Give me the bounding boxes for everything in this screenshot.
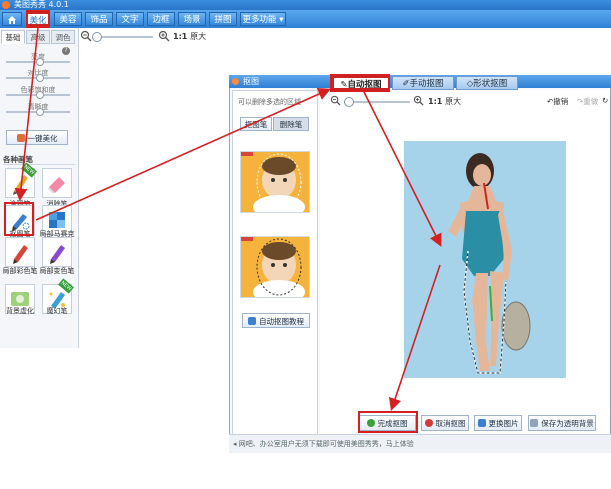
save-icon	[530, 419, 539, 427]
zoom-in-icon[interactable]	[158, 30, 170, 42]
tab-label: 形状抠图	[473, 79, 508, 89]
dialog-zoom-in-icon[interactable]	[413, 95, 425, 107]
hand-pen-icon: ✐	[402, 79, 410, 89]
dialog-actual-size-button[interactable]: 1:1 原大	[428, 96, 461, 107]
home-button[interactable]	[2, 12, 22, 26]
tool-local-color-pen[interactable]	[5, 237, 35, 267]
slider-knob[interactable]	[36, 108, 44, 116]
tab-label: 手动抠图	[409, 79, 444, 89]
menu-tab-more[interactable]: 更多功能 ▾	[240, 12, 286, 26]
zoom-suffix: 原大	[445, 97, 462, 106]
zoom-slider-knob[interactable]	[92, 32, 102, 42]
baby-photo-icon	[241, 152, 309, 212]
tool-label: 局部彩色笔	[2, 267, 38, 275]
tab-advanced[interactable]: 高级	[26, 30, 50, 44]
undo-button[interactable]: ↶撤销	[547, 96, 568, 107]
slider-saturation[interactable]: 色彩饱和度	[4, 85, 72, 99]
replace-label: 更换图片	[488, 419, 519, 428]
undo-label: 撤销	[553, 97, 569, 106]
pen-icon: ✎	[340, 80, 348, 90]
auto-cutout-tutorial-button[interactable]: 自动抠图教程	[242, 313, 310, 328]
dialog-zoom-knob[interactable]	[344, 97, 354, 107]
menu-tab-text[interactable]: 文字	[116, 12, 144, 26]
tool-label: 背景虚化	[6, 307, 34, 315]
book-icon	[248, 317, 256, 325]
slider-contrast[interactable]: 对比度	[4, 68, 72, 82]
menu-tab-beautify[interactable]: 美化	[26, 12, 50, 26]
tab-color[interactable]: 调色	[51, 30, 75, 44]
close-icon	[424, 419, 433, 427]
cancel-cutout-button[interactable]: 取消抠图	[421, 415, 469, 431]
recolor-pen-icon	[50, 245, 65, 264]
image-icon	[477, 419, 486, 427]
tool-label: 局部变色笔	[39, 267, 75, 275]
finish-label: 完成抠图	[377, 419, 408, 428]
delete-pen-tab[interactable]: 删除笔	[273, 117, 309, 131]
eraser-icon	[48, 177, 65, 193]
dialog-logo-icon	[232, 78, 239, 85]
tool-local-recolor-pen[interactable]	[42, 237, 72, 267]
app-logo-icon	[2, 1, 10, 9]
redo-button[interactable]: ↷重做	[577, 96, 598, 107]
color-pen-icon	[13, 245, 28, 264]
more-label: 更多功能	[242, 15, 277, 25]
tutorial-label: 自动抠图教程	[259, 317, 304, 326]
menu-tab-frame[interactable]: 边框	[147, 12, 175, 26]
slider-sharpness[interactable]: 清晰度	[4, 102, 72, 116]
section-divider	[3, 164, 75, 165]
tab-shape-cutout[interactable]: ◇形状抠图	[456, 76, 518, 90]
app-title: 美图秀秀 4.0.1	[14, 0, 69, 9]
zoom-suffix: 原大	[190, 32, 207, 41]
check-icon	[366, 419, 375, 427]
magic-icon	[16, 134, 25, 142]
dialog-status-bar: ◂ 网吧、办公室用户无须下载即可使用美图秀秀，马上体验	[229, 434, 611, 453]
menu-tab-scene[interactable]: 场景	[178, 12, 206, 26]
redo-label: 重做	[583, 97, 599, 106]
photo-canvas[interactable]	[404, 141, 566, 378]
chevron-down-icon: ▾	[279, 15, 284, 25]
dialog-title: 抠图	[243, 77, 259, 86]
tab-basic[interactable]: 基础	[1, 30, 25, 44]
tab-label: 自动抠图	[347, 80, 382, 90]
one-key-label: 一键美化	[27, 134, 58, 143]
example-thumbnail-1[interactable]	[240, 151, 310, 213]
woman-photo-icon	[404, 141, 566, 378]
title-bar: 美图秀秀 4.0.1	[0, 0, 611, 10]
cancel-label: 取消抠图	[435, 419, 466, 428]
slider-knob[interactable]	[36, 74, 44, 82]
cutout-pen-tab[interactable]: 抠图笔	[240, 117, 272, 131]
slider-knob[interactable]	[36, 58, 44, 66]
replace-image-button[interactable]: 更换图片	[474, 415, 522, 431]
rotate-icon[interactable]: ↻	[602, 96, 608, 105]
example-thumbnail-2[interactable]	[240, 236, 310, 298]
tool-label: 魔幻笔	[46, 307, 68, 315]
tab-manual-cutout[interactable]: ✐手动抠图	[392, 76, 454, 90]
status-text: 网吧、办公室用户无须下载即可使用美图秀秀，马上体验	[238, 440, 414, 448]
zoom-actual-size-button[interactable]: 1:1 原大	[173, 31, 206, 42]
menu-bar: 美化 美容 饰品 文字 边框 场景 拼图 更多功能 ▾	[0, 10, 611, 28]
save-label: 保存为透明背景	[541, 419, 594, 428]
info-icon: ◂	[233, 440, 237, 448]
finish-cutout-button[interactable]: 完成抠图	[358, 415, 416, 431]
baby-photo-icon	[241, 237, 309, 297]
hint-text: 可以删除多选的区域	[238, 98, 301, 106]
tool-eraser[interactable]	[42, 168, 72, 198]
slider-knob[interactable]	[36, 91, 44, 99]
home-icon	[8, 16, 16, 24]
save-transparent-button[interactable]: 保存为透明背景	[528, 415, 596, 431]
menu-tab-collage[interactable]: 拼图	[209, 12, 237, 26]
zoom-label: 1:1	[173, 32, 188, 41]
menu-tab-decoration[interactable]: 饰品	[85, 12, 113, 26]
one-key-beautify-button[interactable]: 一键美化	[6, 130, 68, 145]
tab-auto-cutout[interactable]: ✎自动抠图	[332, 76, 390, 90]
slider-brightness[interactable]: 亮度	[4, 52, 72, 66]
menu-tab-beauty[interactable]: 美容	[54, 12, 82, 26]
zoom-slider[interactable]	[93, 36, 153, 38]
dialog-zoom-out-icon[interactable]	[330, 95, 342, 107]
zoom-label: 1:1	[428, 97, 443, 106]
